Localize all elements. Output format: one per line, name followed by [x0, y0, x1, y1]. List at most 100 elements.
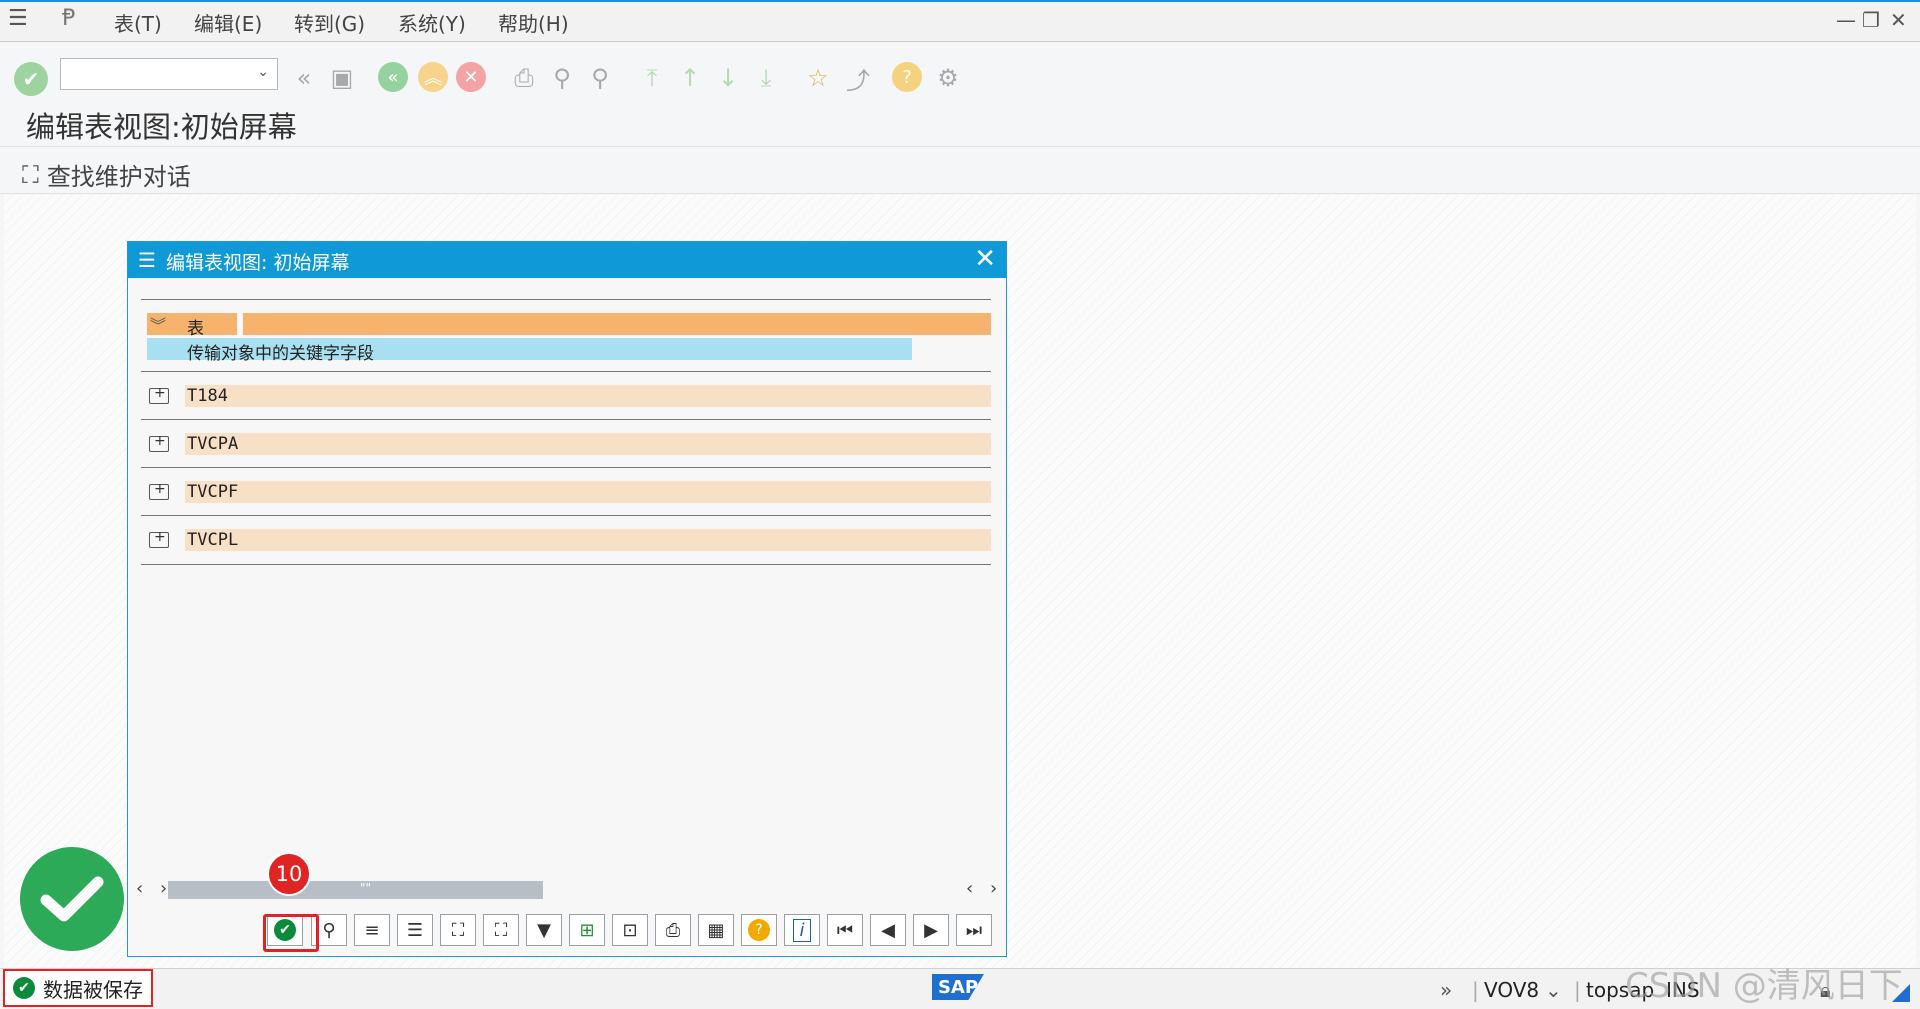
folder-icon — [149, 433, 169, 452]
system-menu-icon[interactable]: ☰ — [8, 6, 28, 31]
last-button[interactable]: ⏭ — [956, 914, 992, 946]
find-next-icon[interactable]: ⚲ — [584, 62, 616, 94]
status-divider: | — [1574, 978, 1581, 1002]
funnel-icon: ▼ — [537, 919, 551, 941]
tree-table: ︾ 表 传输对象中的关键字字段 T184 TVCPA TVCPF TVCPL — [141, 299, 991, 589]
question-icon: ? — [748, 919, 770, 941]
continue-highlight-frame — [263, 914, 319, 952]
collapse-icon[interactable]: ︾ — [147, 313, 169, 335]
chevron-down-icon[interactable]: ⌄ — [257, 64, 269, 80]
binoculars-plus-icon: ⛶ — [494, 919, 508, 941]
print-icon[interactable]: ⎙ — [508, 62, 540, 94]
minimize-icon[interactable]: — — [1836, 8, 1856, 32]
info-icon: i — [793, 918, 811, 942]
close-window-icon[interactable]: ✕ — [1890, 8, 1907, 32]
previous-icon: ◀ — [881, 919, 895, 941]
binoculars-icon: ⛶ — [451, 919, 465, 941]
table-name: TVCPA — [187, 434, 239, 454]
watermark: CSDN @清风日下 — [1625, 966, 1903, 1006]
scroll-right-end-icon[interactable]: › — [990, 878, 997, 899]
tree-row-tvcpf[interactable]: TVCPF — [141, 467, 991, 516]
print-button[interactable]: ⎙ — [655, 914, 691, 946]
scroll-left-icon[interactable]: ‹ — [136, 878, 143, 899]
command-field[interactable]: ⌄ — [60, 58, 278, 90]
last-page-icon[interactable]: ⤓ — [750, 62, 782, 94]
transaction-code: VOV8 — [1484, 978, 1540, 1002]
next-page-icon[interactable]: ↓ — [712, 62, 744, 94]
info-button[interactable]: i — [784, 914, 820, 946]
filter-button[interactable]: ▼ — [526, 914, 562, 946]
settings-gear-icon[interactable]: ⚙ — [932, 62, 964, 94]
menu-system[interactable]: 系统(Y) — [398, 8, 466, 37]
cancel-icon[interactable]: ✕ — [456, 62, 486, 92]
root-highlight-bar — [243, 313, 991, 335]
folder-icon — [149, 385, 169, 404]
tree-row-tvcpl[interactable]: TVCPL — [141, 515, 991, 565]
menu-edit[interactable]: 编辑(E) — [194, 8, 262, 37]
back-icon[interactable]: « — [378, 62, 408, 92]
collapse-subtree-button[interactable]: ⊡ — [612, 914, 648, 946]
row-bar — [185, 481, 991, 503]
dialog-close-icon[interactable]: ✕ — [974, 244, 996, 274]
help-button[interactable]: ? — [741, 914, 777, 946]
row-bar — [185, 529, 991, 551]
menu-help[interactable]: 帮助(H) — [498, 8, 569, 37]
dialog-title-bar: ☰ 编辑表视图: 初始屏幕 ✕ — [128, 242, 1006, 278]
scroll-left-end-icon[interactable]: ‹ — [966, 878, 973, 899]
dialog-icon: ☰ — [138, 248, 156, 272]
divider — [0, 146, 1920, 147]
back-double-icon[interactable]: « — [288, 62, 320, 94]
next-icon: ▶ — [924, 919, 938, 941]
first-button[interactable]: ⏮ — [827, 914, 863, 946]
first-page-icon[interactable]: ⤒ — [636, 62, 668, 94]
folder-icon — [149, 529, 169, 548]
find-maintenance-dialog[interactable]: ⛶ 查找维护对话 — [22, 157, 191, 192]
step-badge: 10 — [267, 852, 311, 896]
table-name: T184 — [187, 386, 228, 406]
find-next-button[interactable]: ⛶ — [483, 914, 519, 946]
status-divider: | — [1472, 978, 1479, 1002]
chevron-down-icon[interactable]: ⌄ — [1545, 978, 1562, 1002]
previous-button[interactable]: ◀ — [870, 914, 906, 946]
success-icon: ✔ — [13, 977, 35, 999]
edit-table-view-dialog: ☰ 编辑表视图: 初始屏幕 ✕ ︾ 表 传输对象中的关键字字段 T184 TVC… — [127, 241, 1007, 957]
restore-icon[interactable]: ❐ — [1862, 8, 1880, 32]
menu-table[interactable]: 表(T) — [114, 8, 162, 37]
magnifier-icon: ⚲ — [322, 919, 336, 941]
tree-root-row[interactable]: ︾ 表 传输对象中的关键字字段 — [141, 299, 991, 372]
tree-row-tvcpa[interactable]: TVCPA — [141, 419, 991, 468]
sort-button[interactable]: ≡ — [354, 914, 390, 946]
expand-icon: ⊞ — [579, 919, 595, 941]
binoculars-icon: ⛶ — [22, 160, 39, 189]
divider — [0, 193, 1920, 194]
help-icon[interactable]: ? — [892, 62, 922, 92]
last-icon: ⏭ — [965, 919, 983, 941]
save-icon[interactable]: ▣ — [326, 62, 358, 94]
root-description: 传输对象中的关键字字段 — [187, 344, 374, 364]
filter-lines-icon: ☰ — [406, 919, 424, 941]
dialog-title: 编辑表视图: 初始屏幕 — [166, 252, 350, 274]
enter-icon[interactable]: ✔ — [14, 62, 48, 96]
expand-status-icon[interactable]: » — [1440, 978, 1452, 1002]
layout-button[interactable]: ▦ — [698, 914, 734, 946]
first-icon: ⏮ — [836, 919, 854, 941]
expand-subtree-button[interactable]: ⊞ — [569, 914, 605, 946]
next-button[interactable]: ▶ — [913, 914, 949, 946]
create-session-icon[interactable]: ☆ — [802, 62, 834, 94]
previous-page-icon[interactable]: ↑ — [674, 62, 706, 94]
find-icon[interactable]: ⚲ — [546, 62, 578, 94]
table-name: TVCPL — [187, 530, 239, 550]
scroll-grip: "" — [360, 881, 372, 895]
status-message[interactable]: ✔ 数据被保存 — [3, 969, 153, 1007]
grid-icon: ▦ — [707, 919, 725, 941]
shortcut-icon[interactable]: ⤴ — [842, 62, 874, 95]
customize-icon[interactable]: Ᵽ — [62, 6, 75, 31]
table-name: TVCPF — [187, 482, 239, 502]
exit-icon[interactable]: ︽ — [418, 62, 448, 92]
tree-row-t184[interactable]: T184 — [141, 371, 991, 420]
find-button[interactable]: ⛶ — [440, 914, 476, 946]
menu-goto[interactable]: 转到(G) — [294, 8, 365, 37]
scroll-right-icon[interactable]: › — [160, 878, 167, 899]
horizontal-scrollbar[interactable] — [168, 881, 543, 899]
filter-list-button[interactable]: ☰ — [397, 914, 433, 946]
